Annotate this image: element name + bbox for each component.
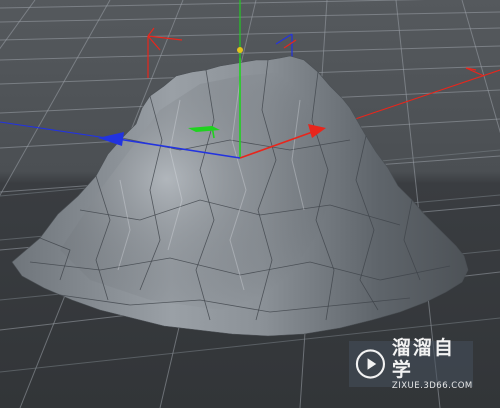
watermark-text: 溜溜自学 ZIXUE.3D66.COM bbox=[392, 337, 473, 391]
play-circle-icon bbox=[355, 349, 386, 379]
gizmo-y-handle[interactable] bbox=[237, 47, 243, 53]
3d-viewport[interactable]: 溜溜自学 ZIXUE.3D66.COM bbox=[0, 0, 500, 408]
watermark-brand: 溜溜自学 bbox=[391, 337, 455, 381]
watermark-badge: 溜溜自学 ZIXUE.3D66.COM bbox=[349, 337, 473, 391]
watermark-url: ZIXUE.3D66.COM bbox=[391, 381, 473, 391]
